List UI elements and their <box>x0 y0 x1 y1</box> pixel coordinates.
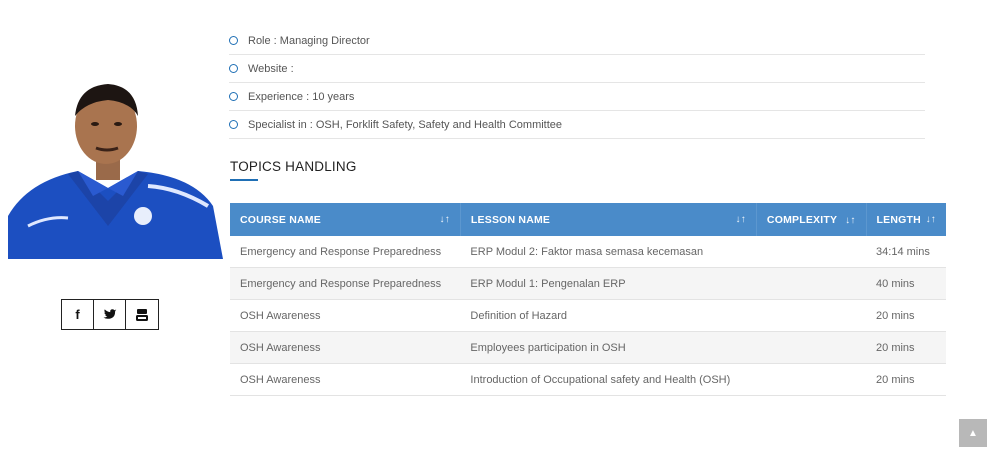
heading-underline <box>230 179 258 181</box>
circle-bullet-icon <box>229 64 238 73</box>
cell-complexity <box>756 267 867 300</box>
cell-lesson: Introduction of Occupational safety and … <box>460 363 757 396</box>
cell-complexity <box>756 331 867 364</box>
chevron-up-icon: ▲ <box>968 427 978 439</box>
table-row: OSH Awareness Definition of Hazard 20 mi… <box>230 299 946 332</box>
circle-bullet-icon <box>229 92 238 101</box>
profile-photo <box>8 76 223 259</box>
info-specialist: Specialist in : OSH, Forklift Safety, Sa… <box>229 111 925 139</box>
cell-course: OSH Awareness <box>230 363 461 396</box>
column-header-complexity[interactable]: COMPLEXITY ↓↑ <box>756 203 867 236</box>
twitter-icon[interactable] <box>94 300 126 329</box>
twitter-bird-icon <box>103 308 116 319</box>
cell-lesson: ERP Modul 1: Pengenalan ERP <box>460 267 757 300</box>
cell-length: 20 mins <box>866 299 946 332</box>
sort-icon: ↓↑ <box>735 213 746 225</box>
header-label: COMPLEXITY <box>766 213 837 226</box>
social-links: f <box>61 299 159 330</box>
info-experience: Experience : 10 years <box>229 83 925 111</box>
table-row: Emergency and Response Preparedness ERP … <box>230 236 946 268</box>
cell-course: Emergency and Response Preparedness <box>230 267 461 300</box>
cell-course: Emergency and Response Preparedness <box>230 236 461 268</box>
cell-lesson: ERP Modul 2: Faktor masa semasa kecemasa… <box>460 236 757 268</box>
info-text: Specialist in : OSH, Forklift Safety, Sa… <box>248 118 563 131</box>
info-text: Role : Managing Director <box>248 34 370 47</box>
column-header-length[interactable]: LENGTH ↓↑ <box>866 203 946 236</box>
youtube-icon[interactable] <box>126 300 158 329</box>
circle-bullet-icon <box>229 36 238 45</box>
cell-complexity <box>756 236 867 268</box>
info-role: Role : Managing Director <box>229 27 925 55</box>
cell-course: OSH Awareness <box>230 331 461 364</box>
column-header-lesson[interactable]: LESSON NAME ↓↑ <box>460 203 757 236</box>
info-text: Website : <box>248 62 294 75</box>
sort-icon: ↓↑ <box>925 213 936 225</box>
header-label: LENGTH <box>876 213 921 226</box>
cell-length: 20 mins <box>866 331 946 364</box>
topics-heading: TOPICS HANDLING <box>230 159 357 174</box>
table-row: OSH Awareness Introduction of Occupation… <box>230 363 946 396</box>
circle-bullet-icon <box>229 120 238 129</box>
sort-icon: ↓↑ <box>845 214 856 226</box>
column-header-course[interactable]: COURSE NAME ↓↑ <box>230 203 461 236</box>
cell-lesson: Definition of Hazard <box>460 299 757 332</box>
sort-icon: ↓↑ <box>439 213 450 225</box>
cell-complexity <box>756 299 867 332</box>
cell-course: OSH Awareness <box>230 299 461 332</box>
facebook-icon[interactable]: f <box>62 300 94 329</box>
youtube-logo-icon <box>136 308 148 321</box>
cell-complexity <box>756 363 867 396</box>
profile-info-list: Role : Managing Director Website : Exper… <box>229 27 925 139</box>
table-header-row: COURSE NAME ↓↑ LESSON NAME ↓↑ COMPLEXITY… <box>230 203 946 236</box>
scroll-to-top-button[interactable]: ▲ <box>959 419 987 447</box>
header-label: LESSON NAME <box>470 213 551 226</box>
cell-length: 20 mins <box>866 363 946 396</box>
cell-length: 40 mins <box>866 267 946 300</box>
topics-table: COURSE NAME ↓↑ LESSON NAME ↓↑ COMPLEXITY… <box>230 203 946 396</box>
cell-lesson: Employees participation in OSH <box>460 331 757 364</box>
cell-length: 34:14 mins <box>866 236 946 268</box>
table-row: Emergency and Response Preparedness ERP … <box>230 267 946 300</box>
person-portrait <box>8 84 223 259</box>
header-label: COURSE NAME <box>240 213 321 226</box>
info-text: Experience : 10 years <box>248 90 355 103</box>
table-row: OSH Awareness Employees participation in… <box>230 331 946 364</box>
info-website: Website : <box>229 55 925 83</box>
